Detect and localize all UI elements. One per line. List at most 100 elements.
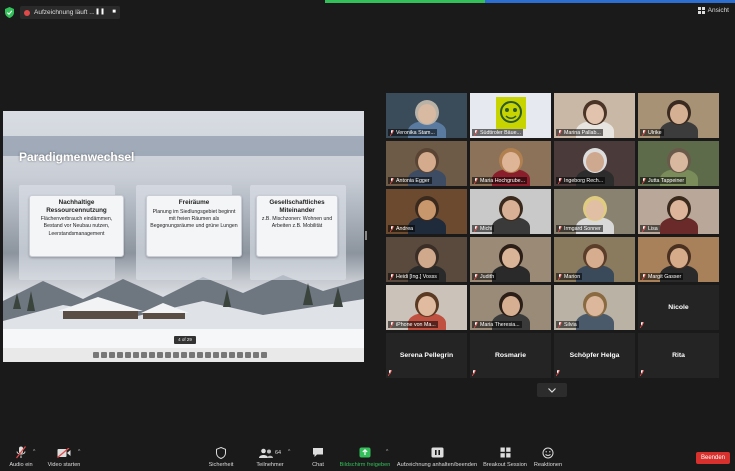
splitter-handle[interactable] bbox=[365, 231, 367, 240]
participant-name-label: Ulrike bbox=[640, 129, 664, 136]
video-options-caret[interactable]: ^ bbox=[78, 449, 80, 455]
card-text: Flächenverbrauch eindämmen, Bestand vor … bbox=[40, 216, 113, 237]
person-face bbox=[418, 152, 436, 172]
participant-tile[interactable]: Rosmarie bbox=[470, 333, 551, 378]
card-title: Gesellschaftliches Miteinander bbox=[269, 199, 325, 214]
participant-name: iPhone von Ma... bbox=[396, 321, 436, 328]
participant-tile[interactable]: Antonia Egger bbox=[386, 141, 467, 186]
tool-icon[interactable] bbox=[189, 352, 195, 358]
tool-icon[interactable] bbox=[173, 352, 179, 358]
participant-tile[interactable]: Rita bbox=[638, 333, 719, 378]
tool-icon[interactable] bbox=[133, 352, 139, 358]
end-meeting-button[interactable]: Beenden bbox=[696, 452, 730, 464]
participant-name: Antonia Egger bbox=[396, 177, 430, 184]
recording-control-button[interactable]: Aufzeichnung anhalten/beenden bbox=[396, 446, 478, 468]
participant-tile[interactable]: Jutta Tappeiner bbox=[638, 141, 719, 186]
chat-button[interactable]: Chat bbox=[305, 446, 331, 468]
participant-tile[interactable]: Serena Pellegrin bbox=[386, 333, 467, 378]
microphone-muted-icon bbox=[474, 225, 478, 232]
participant-tile[interactable]: Lisa bbox=[638, 189, 719, 234]
tool-icon[interactable] bbox=[109, 352, 115, 358]
participant-tile[interactable]: Judith bbox=[470, 237, 551, 282]
gallery-next-page-button[interactable] bbox=[537, 383, 567, 397]
microphone-muted-icon bbox=[390, 273, 394, 280]
participant-name: Schöpfer Helga bbox=[569, 352, 620, 359]
participant-tile[interactable]: Marion bbox=[554, 237, 635, 282]
participants-options-caret[interactable]: ^ bbox=[288, 449, 290, 455]
view-button[interactable]: Ansicht bbox=[697, 7, 729, 14]
microphone-muted-icon bbox=[390, 129, 394, 136]
tool-icon[interactable] bbox=[101, 352, 107, 358]
participant-name: Ulrike bbox=[648, 129, 662, 136]
tool-icon[interactable] bbox=[149, 352, 155, 358]
tool-icon[interactable] bbox=[261, 352, 267, 358]
participant-tile[interactable]: Maria Theresia... bbox=[470, 285, 551, 330]
microphone-muted-icon bbox=[556, 370, 560, 376]
participant-name-label: Ingeborg Rech... bbox=[556, 177, 606, 184]
person-face bbox=[670, 200, 688, 220]
participant-tile[interactable]: Schöpfer Helga bbox=[554, 333, 635, 378]
tool-icon[interactable] bbox=[205, 352, 211, 358]
participant-name-label: Jutta Tappeiner bbox=[640, 177, 687, 184]
video-button[interactable]: Video starten bbox=[46, 446, 82, 468]
participant-tile[interactable]: Ingeborg Rech... bbox=[554, 141, 635, 186]
shared-screen[interactable]: Paradigmenwechsel Nachhaltige Ressourcen… bbox=[3, 111, 364, 362]
card-text: Planung im Siedlungsgebiet beginnt mit f… bbox=[150, 208, 238, 230]
shield-icon[interactable] bbox=[5, 7, 14, 18]
tool-icon[interactable] bbox=[253, 352, 259, 358]
participant-name: Maria Hochgrube... bbox=[480, 177, 526, 184]
participant-tile[interactable]: Veronika Stam... bbox=[386, 93, 467, 138]
top-bar: Aufzeichnung läuft ... ❚❚ ■ Ansicht bbox=[0, 0, 735, 24]
tool-icon[interactable] bbox=[213, 352, 219, 358]
tool-icon[interactable] bbox=[245, 352, 251, 358]
tool-icon[interactable] bbox=[157, 352, 163, 358]
participant-tile[interactable]: iPhone von Ma... bbox=[386, 285, 467, 330]
participants-label: Teilnehmer bbox=[256, 462, 284, 468]
slide-toolbar[interactable] bbox=[93, 352, 278, 358]
meeting-toolbar: Audio ein ^ Video starten ^ Sicherheit 6… bbox=[0, 443, 735, 471]
participant-tile[interactable]: Michi bbox=[470, 189, 551, 234]
participant-tile[interactable]: Marina Pallab... bbox=[554, 93, 635, 138]
participant-tile[interactable]: Andrea bbox=[386, 189, 467, 234]
person-face bbox=[586, 296, 604, 316]
reactions-button[interactable]: Reaktionen bbox=[532, 446, 564, 468]
participant-tile[interactable]: Heidi [Ing.] Vosss bbox=[386, 237, 467, 282]
participant-tile[interactable]: Nicole bbox=[638, 285, 719, 330]
pause-recording-button[interactable]: ❚❚ bbox=[94, 6, 106, 19]
stop-recording-button[interactable]: ■ bbox=[108, 6, 120, 19]
tool-icon[interactable] bbox=[165, 352, 171, 358]
tool-icon[interactable] bbox=[117, 352, 123, 358]
share-options-caret[interactable]: ^ bbox=[386, 449, 388, 455]
tool-icon[interactable] bbox=[197, 352, 203, 358]
microphone-muted-icon bbox=[640, 370, 644, 376]
tool-icon[interactable] bbox=[93, 352, 99, 358]
microphone-muted-icon bbox=[16, 446, 26, 459]
share-screen-button[interactable]: Bildschirm freigeben bbox=[338, 446, 392, 468]
breakout-session-button[interactable]: Breakout Session bbox=[483, 446, 527, 468]
tool-icon[interactable] bbox=[229, 352, 235, 358]
participant-tile[interactable]: Silvia bbox=[554, 285, 635, 330]
tool-icon[interactable] bbox=[221, 352, 227, 358]
participant-tile[interactable]: Maria Hochgrube... bbox=[470, 141, 551, 186]
tool-icon[interactable] bbox=[141, 352, 147, 358]
view-label: Ansicht bbox=[707, 7, 729, 14]
audio-options-caret[interactable]: ^ bbox=[33, 449, 35, 455]
person-face bbox=[502, 248, 520, 268]
participant-name: Lisa bbox=[648, 225, 658, 232]
participants-button[interactable]: 64 Teilnehmer bbox=[253, 446, 287, 468]
tool-icon[interactable] bbox=[237, 352, 243, 358]
participant-name-label: Judith bbox=[472, 273, 497, 280]
person-face bbox=[502, 296, 520, 316]
security-button[interactable]: Sicherheit bbox=[206, 446, 236, 468]
participant-tile[interactable]: Irmgard Sonner bbox=[554, 189, 635, 234]
share-screen-label: Bildschirm freigeben bbox=[339, 462, 391, 468]
participant-name-label: iPhone von Ma... bbox=[388, 321, 438, 328]
tool-icon[interactable] bbox=[125, 352, 131, 358]
participant-tile[interactable]: Ulrike bbox=[638, 93, 719, 138]
audio-button[interactable]: Audio ein bbox=[6, 446, 36, 468]
participant-tile[interactable]: Südtiroler Bäue... bbox=[470, 93, 551, 138]
tool-icon[interactable] bbox=[181, 352, 187, 358]
smiley-reaction-icon bbox=[542, 447, 554, 458]
participant-tile[interactable]: Margit Gasser bbox=[638, 237, 719, 282]
person-face bbox=[502, 200, 520, 220]
